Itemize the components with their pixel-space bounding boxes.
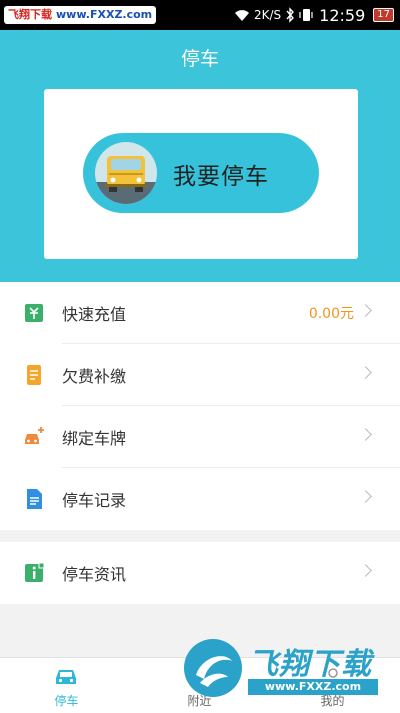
menu-item-quick-recharge[interactable]: 快速充值 0.00元 (0, 282, 400, 344)
chevron-right-icon (359, 428, 372, 441)
menu-item-label: 停车记录 (62, 491, 127, 510)
park-button-label: 我要停车 (173, 164, 269, 190)
menu-item-parking-news[interactable]: 停车资讯 (0, 542, 400, 604)
bus-icon (95, 142, 157, 204)
section-gap (0, 530, 400, 542)
watermark-swirl-icon (184, 639, 242, 697)
menu-item-label: 绑定车牌 (62, 429, 127, 448)
battery-indicator: 17 (373, 8, 394, 22)
menu-item-label: 快速充值 (62, 305, 127, 324)
watermark-badge: 飞翔下载 www.FXXZ.com (4, 6, 157, 24)
clock: 12:59 (319, 5, 366, 25)
watermark-url: www.FXXZ.com (248, 679, 378, 695)
menu-item-bind-plate[interactable]: 绑定车牌 (0, 406, 400, 468)
watermark-text: 飞翔下载 (8, 8, 52, 21)
park-card: 我要停车 (44, 89, 358, 259)
chevron-right-icon (359, 304, 372, 317)
car-icon (56, 670, 76, 684)
chevron-right-icon (359, 564, 372, 577)
menu-item-label: 欠费补缴 (62, 367, 127, 386)
header: 停车 我要停车 (0, 30, 400, 282)
tab-parking[interactable]: 停车 (0, 658, 133, 713)
chevron-right-icon (359, 490, 372, 503)
status-indicators: 2K/S 12:59 17 (234, 4, 394, 26)
phone-vibrate-icon (299, 9, 313, 21)
menu-list: 快速充值 0.00元 欠费补缴 绑定车牌 停车记录 停车资讯 (0, 282, 400, 604)
watermark-text: 飞翔下载 (248, 647, 372, 682)
menu-item-arrears[interactable]: 欠费补缴 (0, 344, 400, 406)
balance-value: 0.00元 (308, 306, 354, 322)
watermark-logo: 飞翔下载 www.FXXZ.com (182, 635, 382, 701)
network-speed: 2K/S (253, 8, 282, 22)
menu-item-parking-records[interactable]: 停车记录 (0, 468, 400, 530)
chevron-right-icon (359, 366, 372, 379)
menu-item-label: 停车资讯 (62, 565, 127, 584)
wallet-icon (25, 304, 43, 322)
status-bar: 飞翔下载 www.FXXZ.com 2K/S 12:59 17 (0, 0, 400, 30)
car-plus-icon (25, 427, 44, 444)
info-icon (25, 562, 45, 582)
bluetooth-icon (286, 7, 295, 23)
receipt-icon (27, 365, 41, 385)
page-title: 停车 (180, 48, 219, 70)
wifi-icon (234, 10, 249, 21)
watermark-url: www.FXXZ.com (56, 8, 153, 21)
park-button[interactable]: 我要停车 (83, 133, 319, 213)
tab-label: 停车 (54, 694, 79, 708)
document-icon (27, 489, 42, 509)
